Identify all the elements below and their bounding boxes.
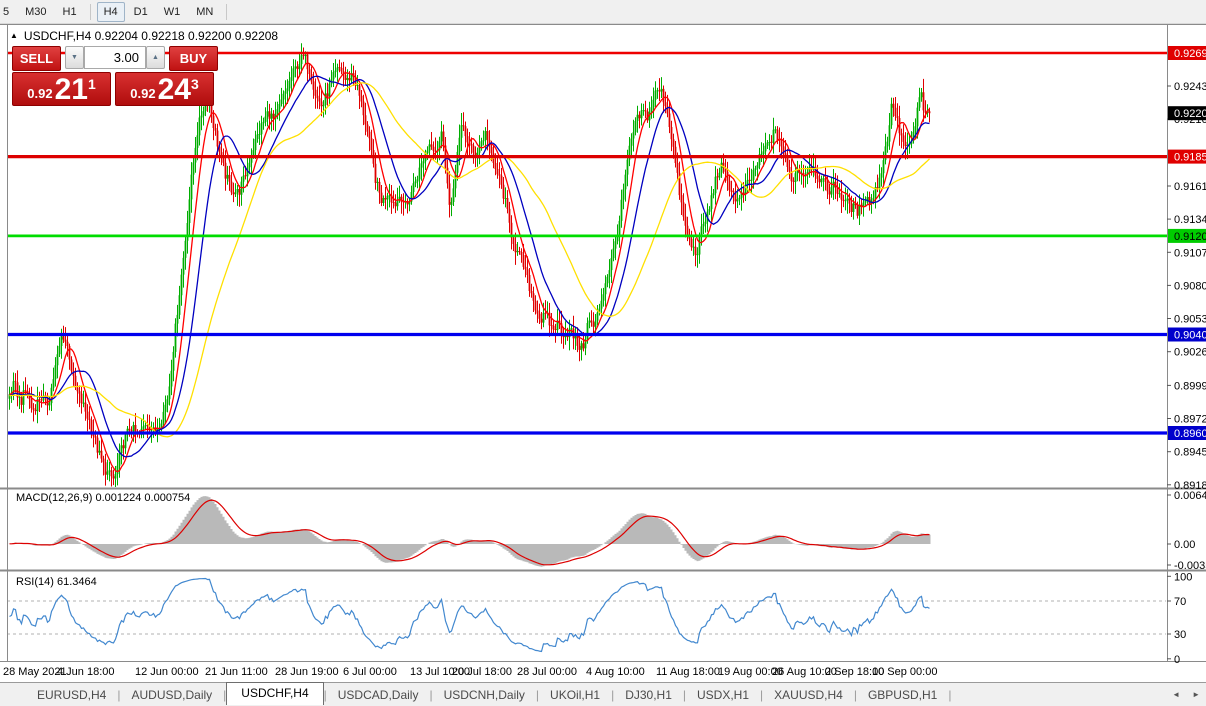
- bid-price-main: 21: [55, 76, 88, 104]
- svg-text:4 Aug 10:00: 4 Aug 10:00: [586, 666, 645, 678]
- svg-text:0.91855: 0.91855: [1174, 152, 1206, 164]
- lot-increase-button[interactable]: ▲: [146, 46, 165, 69]
- chart-title: USDCHF,H4 0.92204 0.92218 0.92200 0.9220…: [24, 29, 278, 43]
- svg-text:30: 30: [1174, 629, 1186, 641]
- chart-canvas[interactable]: 0.924300.921600.916150.913450.910750.908…: [0, 25, 1206, 683]
- svg-text:0: 0: [1174, 654, 1180, 666]
- tab-separator: |: [948, 688, 951, 702]
- svg-text:0.92430: 0.92430: [1174, 81, 1206, 93]
- svg-text:0.90535: 0.90535: [1174, 314, 1206, 326]
- price-chart: 0.924300.921600.916150.913450.910750.908…: [0, 25, 1206, 688]
- ask-price-box[interactable]: 0.92 24 3: [115, 72, 214, 106]
- chart-tab-ukoil-h1[interactable]: UKOil,H1: [539, 685, 611, 705]
- svg-text:0.90805: 0.90805: [1174, 280, 1206, 292]
- svg-text:20 Jul 18:00: 20 Jul 18:00: [452, 666, 512, 678]
- timeframe-button-w1[interactable]: W1: [157, 2, 188, 22]
- timeframe-button-d1[interactable]: D1: [127, 2, 155, 22]
- chart-tab-xauusd-h4[interactable]: XAUUSD,H4: [763, 685, 854, 705]
- toolbar-separator: [90, 4, 91, 20]
- chart-tab-gbpusd-h1[interactable]: GBPUSD,H1: [857, 685, 948, 705]
- svg-text:0.89720: 0.89720: [1174, 414, 1206, 426]
- chart-window: 0.924300.921600.916150.913450.910750.908…: [0, 24, 1206, 683]
- indicator-labels: MACD(12,26,9) 0.001224 0.000754 RSI(14) 6…: [16, 492, 190, 588]
- ask-price-prefix: 0.92: [130, 86, 155, 101]
- svg-text:-0.00350: -0.00350: [1174, 560, 1206, 572]
- svg-text:4 Jun 18:00: 4 Jun 18:00: [57, 666, 115, 678]
- timeframe-button-5[interactable]: 5: [0, 2, 16, 22]
- time-axis[interactable]: 28 May 20214 Jun 18:0012 Jun 00:0021 Jun…: [3, 666, 937, 678]
- svg-text:6 Jul 00:00: 6 Jul 00:00: [343, 666, 397, 678]
- svg-text:RSI(14) 61.3464: RSI(14) 61.3464: [16, 576, 97, 588]
- sell-button[interactable]: SELL: [12, 46, 61, 71]
- svg-text:0.92699: 0.92699: [1174, 48, 1206, 60]
- ask-price-main: 24: [158, 76, 191, 104]
- svg-text:0.89602: 0.89602: [1174, 428, 1206, 440]
- svg-text:0.00: 0.00: [1174, 539, 1195, 551]
- chart-header: ▲ USDCHF,H4 0.92204 0.92218 0.92200 0.92…: [10, 29, 278, 43]
- svg-text:12 Jun 00:00: 12 Jun 00:00: [135, 666, 199, 678]
- svg-text:0.91615: 0.91615: [1174, 181, 1206, 193]
- collapse-arrow-icon[interactable]: ▲: [10, 31, 18, 40]
- svg-text:28 Jul 00:00: 28 Jul 00:00: [517, 666, 577, 678]
- chart-tab-dj30-h1[interactable]: DJ30,H1: [614, 685, 683, 705]
- svg-text:10 Sep 00:00: 10 Sep 00:00: [872, 666, 937, 678]
- lot-decrease-button[interactable]: ▼: [65, 46, 84, 69]
- level-lines: [7, 53, 1167, 433]
- svg-text:0.89450: 0.89450: [1174, 447, 1206, 459]
- tabs-scroll-left-icon[interactable]: ◄: [1166, 690, 1186, 699]
- tabs-scroll-right-icon[interactable]: ►: [1186, 690, 1206, 699]
- svg-text:100: 100: [1174, 571, 1192, 583]
- price-axis: 0.924300.921600.916150.913450.910750.908…: [1167, 81, 1206, 666]
- svg-text:70: 70: [1174, 596, 1186, 608]
- timeframe-button-mn[interactable]: MN: [189, 2, 220, 22]
- chart-tab-usdcnh-daily[interactable]: USDCNH,Daily: [433, 685, 536, 705]
- svg-text:0.92208: 0.92208: [1174, 108, 1206, 120]
- svg-text:0.91208: 0.91208: [1174, 231, 1206, 243]
- svg-text:0.90265: 0.90265: [1174, 347, 1206, 359]
- ask-price-pip: 3: [191, 76, 199, 92]
- svg-text:MACD(12,26,9) 0.001224 0.00075: MACD(12,26,9) 0.001224 0.000754: [16, 492, 190, 504]
- timeframe-button-m30[interactable]: M30: [18, 2, 53, 22]
- svg-text:11 Aug 18:00: 11 Aug 18:00: [656, 666, 720, 678]
- rsi-pane: [7, 579, 1167, 652]
- lot-size-input[interactable]: [84, 46, 146, 69]
- svg-text:0.91075: 0.91075: [1174, 247, 1206, 259]
- svg-text:28 Jun 19:00: 28 Jun 19:00: [275, 666, 339, 678]
- one-click-trading-widget: SELL ▼ ▲ BUY 0.92 21 1 0.92 24 3: [12, 46, 218, 106]
- macd-pane: [10, 496, 930, 567]
- svg-text:21 Jun 11:00: 21 Jun 11:00: [205, 666, 268, 678]
- svg-text:0.91345: 0.91345: [1174, 214, 1206, 226]
- trade-controls-row: SELL ▼ ▲ BUY: [12, 46, 218, 69]
- moving-averages: [10, 63, 930, 472]
- bid-price-prefix: 0.92: [27, 86, 52, 101]
- bid-price-pip: 1: [88, 76, 96, 92]
- timeframe-toolbar: 5M30H1 H4D1W1MN: [0, 0, 1206, 24]
- timeframe-button-h1[interactable]: H1: [56, 2, 84, 22]
- chart-tab-eurusd-h4[interactable]: EURUSD,H4: [26, 685, 117, 705]
- toolbar-separator: [226, 4, 227, 20]
- chart-tab-audusd-daily[interactable]: AUDUSD,Daily: [120, 685, 223, 705]
- chart-tabs-bar: EURUSD,H4|AUDUSD,Daily|USDCHF,H4|USDCAD,…: [0, 682, 1206, 706]
- candles: [10, 43, 930, 488]
- bid-price-box[interactable]: 0.92 21 1: [12, 72, 111, 106]
- chart-tab-usdchf-h4[interactable]: USDCHF,H4: [226, 682, 323, 705]
- svg-text:0.90405: 0.90405: [1174, 330, 1206, 342]
- chart-tab-usdcad-daily[interactable]: USDCAD,Daily: [327, 685, 430, 705]
- buy-button[interactable]: BUY: [169, 46, 218, 71]
- trade-prices-row: 0.92 21 1 0.92 24 3: [12, 72, 218, 106]
- svg-text:0.006451: 0.006451: [1174, 490, 1206, 502]
- trading-terminal: 5M30H1H4D1W1MN 0.924300.921600.916150.91…: [0, 0, 1206, 706]
- chart-tab-usdx-h1[interactable]: USDX,H1: [686, 685, 760, 705]
- timeframe-button-h4[interactable]: H4: [97, 2, 125, 22]
- svg-text:0.89990: 0.89990: [1174, 380, 1206, 392]
